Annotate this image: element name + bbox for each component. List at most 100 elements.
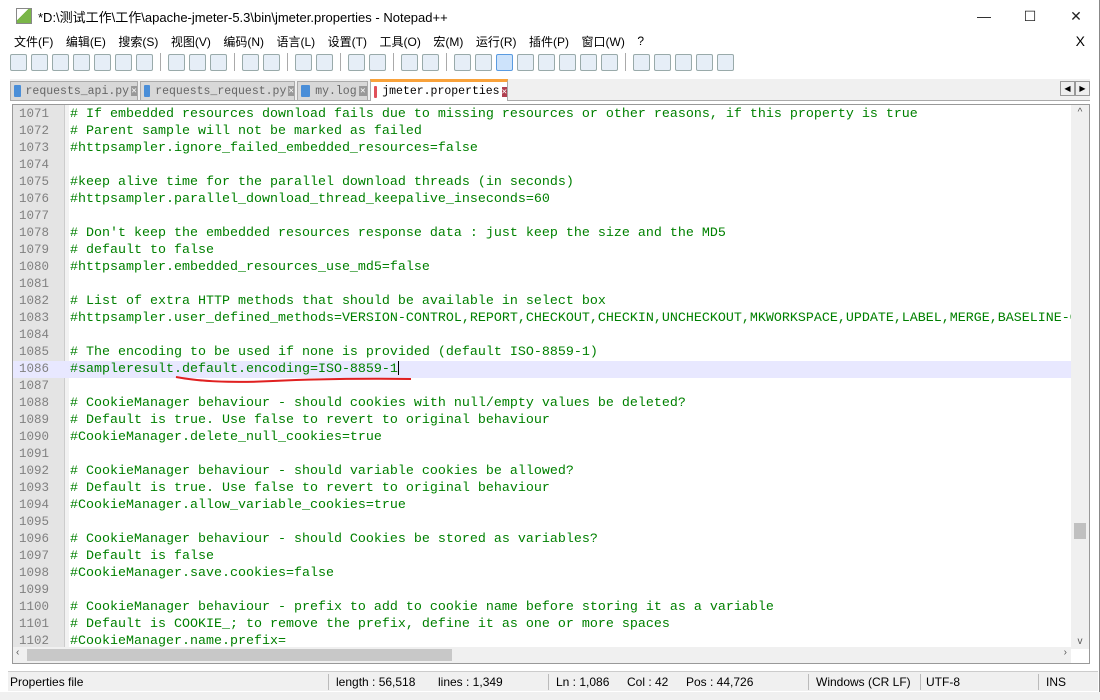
code-line[interactable]: 1084 bbox=[13, 327, 1071, 344]
print-icon[interactable] bbox=[136, 53, 153, 71]
horizontal-scroll-thumb[interactable] bbox=[27, 649, 452, 661]
tab-close-icon[interactable]: ✕ bbox=[501, 86, 507, 97]
scroll-left-icon[interactable]: ‹ bbox=[16, 647, 19, 658]
tab-requests_request-py[interactable]: requests_request.py ✕ bbox=[140, 81, 295, 101]
code-line[interactable]: 1094 #CookieManager.allow_variable_cookie… bbox=[13, 497, 1071, 514]
horizontal-scrollbar[interactable]: ‹ › bbox=[13, 647, 1071, 663]
function-list-icon[interactable] bbox=[559, 53, 576, 71]
code-line[interactable]: 1079 # default to false bbox=[13, 242, 1071, 259]
menu-item[interactable]: 文件(F) bbox=[14, 33, 53, 50]
code-line[interactable]: 1074 bbox=[13, 157, 1071, 174]
menu-item[interactable]: 窗口(W) bbox=[582, 33, 625, 50]
code-line[interactable]: 1088 # CookieManager behaviour - should c… bbox=[13, 395, 1071, 412]
code-line[interactable]: 1076 #httpsampler.parallel_download_threa… bbox=[13, 191, 1071, 208]
folder-workspace-icon[interactable] bbox=[580, 53, 597, 71]
scroll-up-icon[interactable]: ^ bbox=[1071, 107, 1089, 118]
run-multiple-icon[interactable] bbox=[696, 53, 713, 71]
tab-scroll-left-button[interactable]: ◀ bbox=[1060, 81, 1075, 96]
word-wrap-icon[interactable] bbox=[454, 53, 471, 71]
menu-item[interactable]: ? bbox=[637, 34, 644, 48]
vertical-scroll-thumb[interactable] bbox=[1074, 523, 1086, 539]
new-icon[interactable] bbox=[10, 53, 27, 71]
tab-requests_api-py[interactable]: requests_api.py ✕ bbox=[10, 81, 138, 101]
udl-icon[interactable] bbox=[517, 53, 534, 71]
tab-close-icon[interactable]: ✕ bbox=[131, 86, 137, 96]
menu-item[interactable]: 视图(V) bbox=[171, 33, 211, 50]
show-all-chars-icon[interactable] bbox=[475, 53, 492, 71]
scroll-down-icon[interactable]: v bbox=[1071, 636, 1089, 647]
code-line[interactable]: 1097 # Default is false bbox=[13, 548, 1071, 565]
menu-item[interactable]: 编码(N) bbox=[223, 33, 264, 50]
menu-item[interactable]: 插件(P) bbox=[529, 33, 569, 50]
code-line[interactable]: 1100 # CookieManager behaviour - prefix t… bbox=[13, 599, 1071, 616]
close-document-button[interactable]: X bbox=[1076, 33, 1085, 49]
paste-icon[interactable] bbox=[210, 53, 227, 71]
code-line[interactable]: 1096 # CookieManager behaviour - should C… bbox=[13, 531, 1071, 548]
code-line[interactable]: 1080 #httpsampler.embedded_resources_use_… bbox=[13, 259, 1071, 276]
code-line[interactable]: 1093 # Default is true. Use false to reve… bbox=[13, 480, 1071, 497]
code-line[interactable]: 1098 #CookieManager.save.cookies=false bbox=[13, 565, 1071, 582]
code-line[interactable]: 1083 #httpsampler.user_defined_methods=VE… bbox=[13, 310, 1089, 327]
code-line[interactable]: 1072 # Parent sample will not be marked a… bbox=[13, 123, 1071, 140]
code-line[interactable]: 1075 #keep alive time for the parallel do… bbox=[13, 174, 1071, 191]
undo-icon[interactable] bbox=[242, 53, 259, 71]
save-icon[interactable] bbox=[52, 53, 69, 71]
code-line[interactable]: 1082 # List of extra HTTP methods that sh… bbox=[13, 293, 1071, 310]
code-line[interactable]: 1073 #httpsampler.ignore_failed_embedded_… bbox=[13, 140, 1071, 157]
monitoring-icon[interactable] bbox=[601, 53, 618, 71]
close-button[interactable]: ✕ bbox=[1053, 8, 1099, 25]
code-line[interactable]: 1081 bbox=[13, 276, 1071, 293]
replace-icon[interactable] bbox=[316, 53, 333, 71]
status-encoding[interactable]: UTF-8 bbox=[926, 675, 960, 689]
code-line[interactable]: 1087 bbox=[13, 378, 1071, 395]
redo-icon[interactable] bbox=[263, 53, 280, 71]
close-icon[interactable] bbox=[94, 53, 111, 71]
menu-item[interactable]: 设置(T) bbox=[328, 33, 367, 50]
code-line[interactable]: 1092 # CookieManager behaviour - should v… bbox=[13, 463, 1071, 480]
code-line[interactable]: 1090 #CookieManager.delete_null_cookies=t… bbox=[13, 429, 1071, 446]
zoom-out-icon[interactable] bbox=[369, 53, 386, 71]
tab-close-icon[interactable]: ✕ bbox=[358, 86, 367, 96]
find-icon[interactable] bbox=[295, 53, 312, 71]
code-line[interactable]: 1078 # Don't keep the embedded resources … bbox=[13, 225, 1071, 242]
sync-h-icon[interactable] bbox=[422, 53, 439, 71]
sync-v-icon[interactable] bbox=[401, 53, 418, 71]
tab-my-log[interactable]: my.log ✕ bbox=[297, 81, 368, 101]
menu-item[interactable]: 搜索(S) bbox=[118, 33, 158, 50]
tab-jmeter-properties[interactable]: jmeter.properties ✕ bbox=[370, 79, 508, 101]
record-macro-icon[interactable] bbox=[633, 53, 650, 71]
cut-icon[interactable] bbox=[168, 53, 185, 71]
save-all-icon[interactable] bbox=[73, 53, 90, 71]
vertical-scrollbar[interactable]: ^ v bbox=[1071, 105, 1089, 649]
minimize-button[interactable]: — bbox=[961, 8, 1007, 24]
code-line[interactable]: 1089 # Default is true. Use false to reve… bbox=[13, 412, 1071, 429]
code-line[interactable]: 1099 bbox=[13, 582, 1071, 599]
menu-item[interactable]: 编辑(E) bbox=[66, 33, 106, 50]
menu-item[interactable]: 宏(M) bbox=[433, 33, 463, 50]
open-icon[interactable] bbox=[31, 53, 48, 71]
code-line[interactable]: 1071 # If embedded resources download fai… bbox=[13, 106, 1071, 123]
code-line[interactable]: 1091 bbox=[13, 446, 1071, 463]
tab-close-icon[interactable]: ✕ bbox=[288, 86, 294, 96]
maximize-button[interactable]: ☐ bbox=[1007, 8, 1053, 25]
stop-record-icon[interactable] bbox=[654, 53, 671, 71]
code-line[interactable]: 1095 bbox=[13, 514, 1071, 531]
menu-item[interactable]: 语言(L) bbox=[277, 33, 316, 50]
menu-item[interactable]: 运行(R) bbox=[476, 33, 517, 50]
tab-scroll-right-button[interactable]: ▶ bbox=[1075, 81, 1090, 96]
code-line[interactable]: 1086 #sampleresult.default.encoding=ISO-8… bbox=[13, 361, 1071, 378]
scroll-right-icon[interactable]: › bbox=[1064, 647, 1067, 658]
menu-item[interactable]: 工具(O) bbox=[380, 33, 421, 50]
indent-guide-icon[interactable] bbox=[496, 53, 513, 71]
save-macro-icon[interactable] bbox=[717, 53, 734, 71]
doc-map-icon[interactable] bbox=[538, 53, 555, 71]
code-line[interactable]: 1085 # The encoding to be used if none is… bbox=[13, 344, 1071, 361]
play-macro-icon[interactable] bbox=[675, 53, 692, 71]
copy-icon[interactable] bbox=[189, 53, 206, 71]
code-line[interactable]: 1101 # Default is COOKIE_; to remove the … bbox=[13, 616, 1071, 633]
editor[interactable]: 1071 # If embedded resources download fai… bbox=[12, 104, 1090, 664]
zoom-in-icon[interactable] bbox=[348, 53, 365, 71]
status-eol[interactable]: Windows (CR LF) bbox=[816, 675, 911, 689]
code-line[interactable]: 1077 bbox=[13, 208, 1071, 225]
close-all-icon[interactable] bbox=[115, 53, 132, 71]
